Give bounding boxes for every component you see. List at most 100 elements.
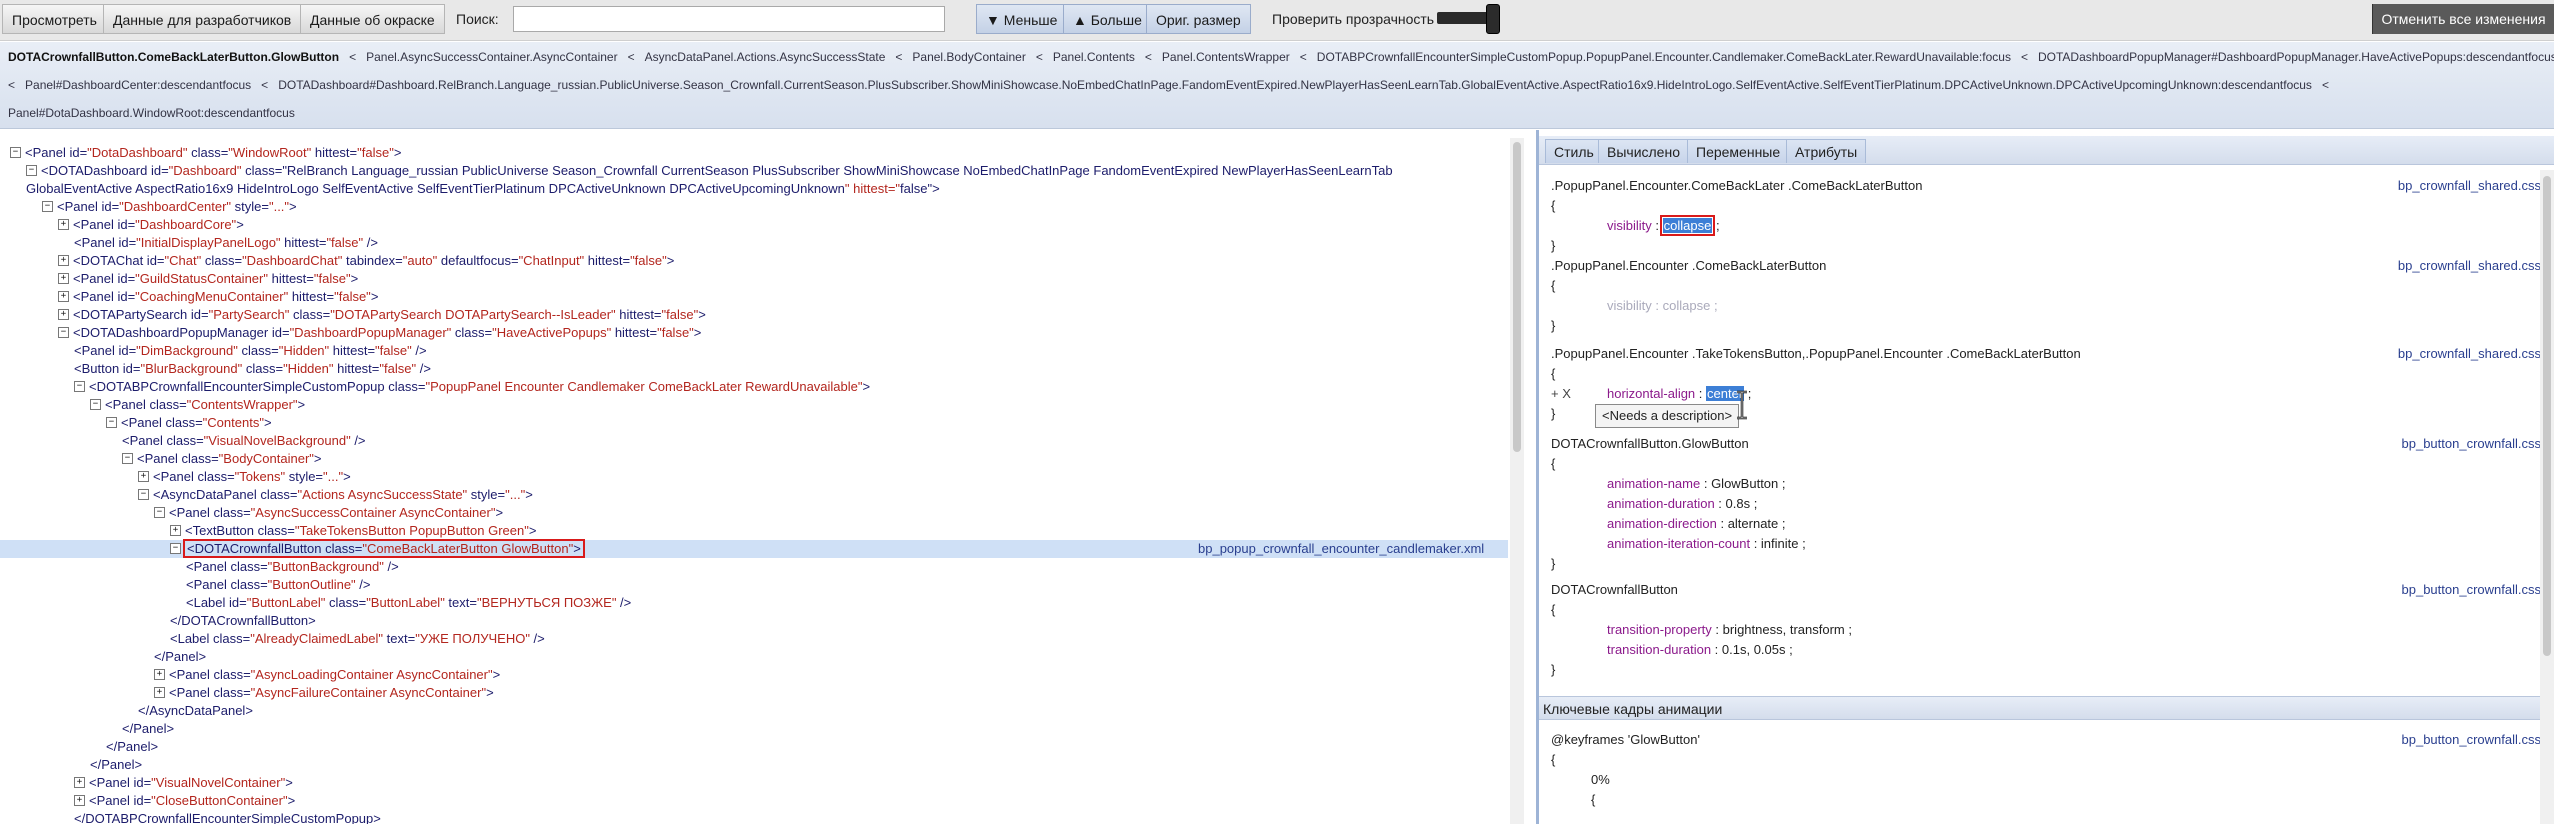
tree-node[interactable]: + <Panel class="Tokens" style="..."> bbox=[0, 468, 1508, 486]
expand-icon[interactable]: + bbox=[154, 687, 165, 699]
property-value[interactable]: collapse bbox=[1663, 298, 1711, 313]
breadcrumb-item[interactable]: AsyncDataPanel.Actions.AsyncSuccessState bbox=[645, 50, 886, 64]
tree-node[interactable]: + <Panel id="DashboardCore"> bbox=[0, 216, 1508, 234]
property-name[interactable]: horizontal-align bbox=[1607, 386, 1695, 401]
orig-size-button[interactable]: Ориг. размер bbox=[1146, 4, 1251, 34]
tree-node[interactable]: − <Panel id="DotaDashboard" class="Window… bbox=[0, 144, 1508, 162]
collapse-icon[interactable]: − bbox=[90, 399, 101, 411]
tree-node[interactable]: + <Panel class="AsyncLoadingContainer Asy… bbox=[0, 666, 1508, 684]
property-name[interactable]: animation-iteration-count bbox=[1607, 536, 1750, 551]
expand-icon[interactable]: + bbox=[74, 777, 85, 789]
style-property[interactable]: animation-iteration-count : infinite ; bbox=[1607, 534, 1806, 554]
tree-node[interactable]: + <Panel class="AsyncFailureContainer Asy… bbox=[0, 684, 1508, 702]
style-property[interactable]: visibility : collapse ; bbox=[1607, 215, 1720, 236]
rule-selector[interactable]: DOTACrownfallButton bbox=[1551, 580, 1678, 600]
paint-data-button[interactable]: Данные об окраске bbox=[300, 4, 445, 34]
tree-node[interactable]: <Button id="BlurBackground" class="Hidde… bbox=[0, 360, 1508, 378]
collapse-icon[interactable]: − bbox=[74, 381, 85, 393]
less-button[interactable]: ▼ Меньше bbox=[976, 4, 1068, 34]
rule-selector[interactable]: .PopupPanel.Encounter .TakeTokensButton,… bbox=[1551, 344, 2081, 364]
tree-node[interactable]: <Label class="AlreadyClaimedLabel" text=… bbox=[0, 630, 1508, 648]
expand-icon[interactable]: + bbox=[58, 273, 69, 285]
expand-icon[interactable]: + bbox=[138, 471, 149, 483]
tree-node[interactable]: − <Panel class="ContentsWrapper"> bbox=[0, 396, 1508, 414]
rule-source-link[interactable]: bp_button_crownfall.css bbox=[2402, 434, 2541, 454]
property-name[interactable]: transition-duration bbox=[1607, 642, 1711, 657]
tree-node[interactable]: + <DOTAChat id="Chat" class="DashboardCha… bbox=[0, 252, 1508, 270]
collapse-icon[interactable]: − bbox=[58, 327, 69, 339]
rule-selector[interactable]: DOTACrownfallButton.GlowButton bbox=[1551, 434, 1749, 454]
property-value[interactable]: 0.1s, 0.05s bbox=[1722, 642, 1786, 657]
property-name[interactable]: visibility bbox=[1607, 298, 1652, 313]
property-name[interactable]: animation-name bbox=[1607, 476, 1700, 491]
transparency-toggle-knob[interactable] bbox=[1486, 4, 1500, 34]
tree-node[interactable]: − <DOTACrownfallButton class="ComeBackLat… bbox=[0, 539, 1508, 558]
tree-node[interactable]: − <Panel class="Contents"> bbox=[0, 414, 1508, 432]
tree-node[interactable]: − <DOTABPCrownfallEncounterSimpleCustomPo… bbox=[0, 378, 1508, 396]
style-property[interactable]: animation-name : GlowButton ; bbox=[1607, 474, 1786, 494]
tree-node[interactable]: + <TextButton class="TakeTokensButton Pop… bbox=[0, 522, 1508, 540]
transparency-toggle[interactable] bbox=[1437, 12, 1493, 24]
styles-scrollbar[interactable] bbox=[2540, 170, 2554, 824]
tree-node[interactable]: + <Panel id="GuildStatusContainer" hittes… bbox=[0, 270, 1508, 288]
breadcrumb-item[interactable]: Panel.BodyContainer bbox=[912, 50, 1025, 64]
tree-node[interactable]: </DOTACrownfallButton> bbox=[0, 612, 1508, 630]
rule-selector[interactable]: .PopupPanel.Encounter .ComeBackLaterButt… bbox=[1551, 256, 1826, 276]
keyframes-section-title[interactable]: Ключевые кадры анимации bbox=[1539, 696, 2554, 720]
tree-node[interactable]: − <AsyncDataPanel class="Actions AsyncSuc… bbox=[0, 486, 1508, 504]
tree-node[interactable]: <Panel id="DimBackground" class="Hidden"… bbox=[0, 342, 1508, 360]
style-property[interactable]: horizontal-align : center ; bbox=[1607, 384, 1751, 404]
rule-source-link[interactable]: bp_button_crownfall.css bbox=[2402, 580, 2541, 600]
breadcrumb-item[interactable]: Panel.Contents bbox=[1053, 50, 1135, 64]
tab-style[interactable]: Стиль bbox=[1545, 139, 1603, 163]
reset-all-button[interactable]: Отменить все изменения bbox=[2372, 4, 2554, 34]
tree-node[interactable]: </Panel> bbox=[0, 756, 1508, 774]
property-value[interactable]: brightness, transform bbox=[1723, 622, 1845, 637]
rule-source-link[interactable]: bp_crownfall_shared.css bbox=[2398, 176, 2541, 196]
tree-node[interactable]: + <Panel id="VisualNovelContainer"> bbox=[0, 774, 1508, 792]
tree-node[interactable]: <Panel id="InitialDisplayPanelLogo" hitt… bbox=[0, 234, 1508, 252]
search-input[interactable] bbox=[513, 6, 945, 32]
property-name[interactable]: visibility bbox=[1607, 218, 1652, 233]
keyframes-source-link[interactable]: bp_button_crownfall.css bbox=[2402, 730, 2541, 750]
breadcrumb-item[interactable]: Panel#DotaDashboard.WindowRoot:descendan… bbox=[8, 106, 295, 120]
tree-node[interactable]: + <Panel id="CloseButtonContainer"> bbox=[0, 792, 1508, 810]
tree-node[interactable]: <Label id="ButtonLabel" class="ButtonLab… bbox=[0, 594, 1508, 612]
tree-node[interactable]: − <DOTADashboardPopupManager id="Dashboar… bbox=[0, 324, 1508, 342]
rule-source-link[interactable]: bp_crownfall_shared.css bbox=[2398, 344, 2541, 364]
collapse-icon[interactable]: − bbox=[154, 507, 165, 519]
tree-node[interactable]: <Panel class="ButtonOutline" /> bbox=[0, 576, 1508, 594]
style-property[interactable]: visibility : collapse ; bbox=[1607, 296, 1718, 316]
property-name[interactable]: animation-duration bbox=[1607, 496, 1715, 511]
view-button[interactable]: Просмотреть bbox=[2, 4, 107, 34]
tree-node[interactable]: </Panel> bbox=[0, 738, 1508, 756]
tree-node[interactable]: − <Panel class="BodyContainer"> bbox=[0, 450, 1508, 468]
tree-node[interactable]: GlobalEventActive AspectRatio16x9 HideIn… bbox=[0, 180, 1508, 198]
breadcrumb-item[interactable]: DOTADashboard#Dashboard.RelBranch.Langua… bbox=[278, 78, 2312, 92]
property-value[interactable]: GlowButton bbox=[1711, 476, 1778, 491]
tree-node[interactable]: + <DOTAPartySearch id="PartySearch" class… bbox=[0, 306, 1508, 324]
property-value[interactable]: infinite bbox=[1761, 536, 1799, 551]
expand-icon[interactable]: + bbox=[170, 525, 181, 537]
expand-icon[interactable]: + bbox=[58, 309, 69, 321]
collapse-icon[interactable]: − bbox=[122, 453, 133, 465]
style-property[interactable]: animation-duration : 0.8s ; bbox=[1607, 494, 1757, 514]
more-button[interactable]: ▲ Больше bbox=[1063, 4, 1152, 34]
collapse-icon[interactable]: − bbox=[10, 147, 21, 159]
breadcrumb-item[interactable]: DOTACrownfallButton.ComeBackLaterButton.… bbox=[8, 50, 339, 64]
property-value[interactable]: collapse bbox=[1659, 215, 1716, 236]
tab-computed[interactable]: Вычислено bbox=[1598, 139, 1689, 163]
source-file-link[interactable]: bp_popup_crownfall_encounter_candlemaker… bbox=[1198, 540, 1484, 558]
tree-scrollbar[interactable] bbox=[1510, 138, 1524, 824]
tree-node[interactable]: + <Panel id="CoachingMenuContainer" hitte… bbox=[0, 288, 1508, 306]
collapse-icon[interactable]: − bbox=[106, 417, 117, 429]
collapse-icon[interactable]: − bbox=[26, 165, 37, 177]
property-value[interactable]: alternate bbox=[1728, 516, 1779, 531]
rule-selector[interactable]: .PopupPanel.Encounter.ComeBackLater .Com… bbox=[1551, 176, 1922, 196]
tree-node[interactable]: <Panel class="ButtonBackground" /> bbox=[0, 558, 1508, 576]
breadcrumb-item[interactable]: DOTABPCrownfallEncounterSimpleCustomPopu… bbox=[1317, 50, 2011, 64]
style-property[interactable]: transition-property : brightness, transf… bbox=[1607, 620, 1852, 640]
collapse-icon[interactable]: − bbox=[138, 489, 149, 501]
collapse-icon[interactable]: − bbox=[170, 543, 181, 555]
tab-variables[interactable]: Переменные bbox=[1687, 139, 1790, 163]
